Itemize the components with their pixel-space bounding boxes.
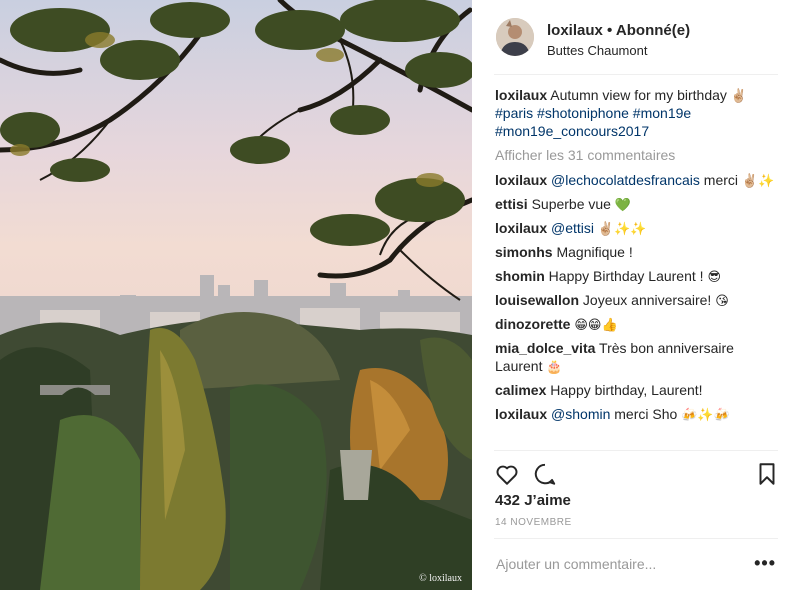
comment-text: Happy birthday, Laurent! bbox=[550, 382, 703, 398]
comment-mention[interactable]: @ettisi bbox=[551, 220, 594, 236]
view-all-comments-link[interactable]: Afficher les 31 commentaires bbox=[495, 146, 779, 164]
profile-photo bbox=[496, 18, 534, 56]
post-date[interactable]: 14 NOVEMBRE bbox=[495, 517, 572, 528]
follow-status[interactable]: Abonné(e) bbox=[616, 22, 690, 39]
comment-mention[interactable]: @lechocolatdesfrancais bbox=[551, 172, 700, 188]
comment-item: mia_dolce_vita Très bon anniversaire Lau… bbox=[495, 339, 779, 375]
action-bar bbox=[494, 450, 778, 495]
autumn-park-photo bbox=[0, 0, 472, 590]
likes-count[interactable]: 432 J’aime bbox=[495, 492, 571, 509]
comment-username[interactable]: loxilaux bbox=[495, 172, 547, 188]
comment-username[interactable]: ettisi bbox=[495, 196, 528, 212]
comment-username[interactable]: dinozorette bbox=[495, 316, 570, 332]
comment-emoji: 🎂 bbox=[546, 360, 563, 375]
caption-text: Autumn view for my birthday bbox=[550, 87, 727, 103]
caption: loxilaux Autumn view for my birthday ✌🏼 … bbox=[495, 86, 779, 140]
caption-emoji: ✌🏼 bbox=[730, 89, 747, 104]
add-comment-bar: ••• bbox=[494, 538, 778, 591]
comment-text: Joyeux anniversaire! bbox=[582, 292, 712, 308]
post-header: loxilaux • Abonné(e) Buttes Chaumont bbox=[494, 16, 778, 75]
hashtag[interactable]: #paris bbox=[495, 105, 533, 121]
comment-username[interactable]: simonhs bbox=[495, 244, 553, 260]
header-title: loxilaux • Abonné(e) bbox=[547, 22, 690, 39]
comment-item: simonhs Magnifique ! bbox=[495, 243, 779, 261]
comment-item: loxilaux @shomin merci Sho 🍻✨🍻 bbox=[495, 405, 779, 423]
comment-username[interactable]: calimex bbox=[495, 382, 546, 398]
comment-item: calimex Happy birthday, Laurent! bbox=[495, 381, 779, 399]
comment-username[interactable]: loxilaux bbox=[495, 406, 547, 422]
comment-mention[interactable]: @shomin bbox=[551, 406, 610, 422]
comment-emoji: 💚 bbox=[614, 198, 632, 213]
comment-emoji: 😘 bbox=[715, 294, 729, 309]
heart-icon[interactable] bbox=[494, 461, 520, 487]
comment-emoji: ✌🏼✨✨ bbox=[597, 222, 647, 237]
comment-input[interactable] bbox=[496, 556, 736, 572]
comment-text: Magnifique ! bbox=[556, 244, 633, 260]
comment-item: ettisi Superbe vue 💚 bbox=[495, 195, 779, 213]
comment-item: loxilaux @ettisi ✌🏼✨✨ bbox=[495, 219, 779, 237]
comment-username[interactable]: louisewallon bbox=[495, 292, 579, 308]
more-options-icon[interactable]: ••• bbox=[754, 553, 776, 574]
comment-icon[interactable] bbox=[532, 461, 558, 487]
hashtag[interactable]: #mon19e_concours2017 bbox=[495, 123, 649, 139]
bookmark-icon[interactable] bbox=[754, 461, 780, 487]
comment-emoji: 🍻✨🍻 bbox=[681, 408, 730, 423]
caption-username[interactable]: loxilaux bbox=[495, 87, 547, 103]
comment-item: loxilaux @lechocolatdesfrancais merci ✌🏼… bbox=[495, 171, 779, 189]
comment-item: louisewallon Joyeux anniversaire! 😘 bbox=[495, 291, 779, 309]
comment-emoji: ✌🏼✨ bbox=[741, 174, 775, 189]
hashtag[interactable]: #shotoniphone bbox=[537, 105, 629, 121]
comment-emoji: 😎 bbox=[707, 270, 721, 285]
comment-username[interactable]: mia_dolce_vita bbox=[495, 340, 595, 356]
comment-username[interactable]: shomin bbox=[495, 268, 545, 284]
header-separator: • bbox=[607, 22, 613, 39]
comment-text: Superbe vue bbox=[531, 196, 611, 212]
avatar[interactable] bbox=[496, 18, 534, 56]
photo-credit: © loxilaux bbox=[419, 573, 462, 584]
comment-text: merci bbox=[703, 172, 739, 188]
post-photo[interactable]: © loxilaux bbox=[0, 0, 472, 590]
hashtag[interactable]: #mon19e bbox=[633, 105, 691, 121]
post-sidebar: loxilaux • Abonné(e) Buttes Chaumont lox… bbox=[472, 0, 800, 590]
location-link[interactable]: Buttes Chaumont bbox=[547, 43, 647, 58]
comment-item: dinozorette 😁😁👍 bbox=[495, 315, 779, 333]
instagram-post: © loxilaux loxilaux • Abonné(e) Buttes C… bbox=[0, 0, 800, 590]
comment-item: shomin Happy Birthday Laurent ! 😎 bbox=[495, 267, 779, 285]
comment-text: Happy Birthday Laurent ! bbox=[548, 268, 704, 284]
header-username[interactable]: loxilaux bbox=[547, 22, 603, 39]
comment-text: merci Sho bbox=[614, 406, 678, 422]
comments-list[interactable]: loxilaux Autumn view for my birthday ✌🏼 … bbox=[495, 86, 779, 448]
comment-username[interactable]: loxilaux bbox=[495, 220, 547, 236]
comment-emoji: 😁😁👍 bbox=[574, 318, 618, 333]
